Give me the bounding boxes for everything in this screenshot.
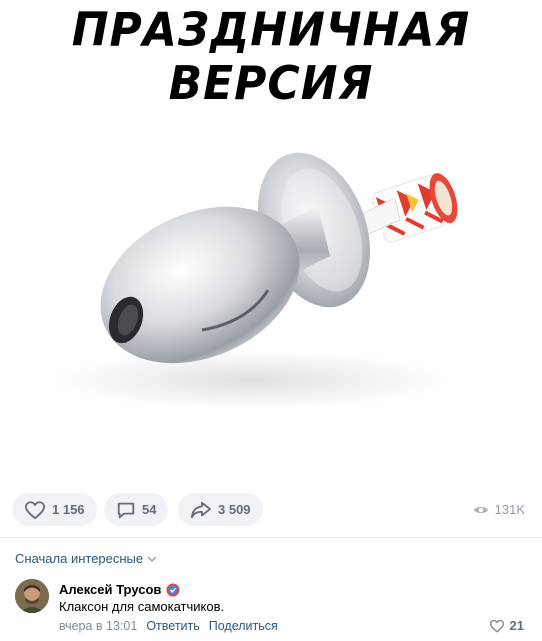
chevron-down-icon xyxy=(147,555,157,562)
share-icon xyxy=(191,501,211,518)
verified-badge-icon xyxy=(166,583,180,596)
comment-button[interactable]: 54 xyxy=(104,493,169,526)
comment-text: Клаксон для самокатчиков. xyxy=(59,599,225,614)
comment-icon xyxy=(117,502,135,518)
share-count: 3 509 xyxy=(218,502,251,517)
photo-illustration xyxy=(50,152,458,410)
post-actions: 1 156 54 3 509 131K xyxy=(0,490,542,530)
comment-count: 54 xyxy=(142,502,157,517)
comments-sort-dropdown[interactable]: Сначала интересные xyxy=(15,551,157,566)
comment-time[interactable]: вчера в 13:01 xyxy=(59,619,137,633)
post-image[interactable]: ПРАЗДНИЧНАЯ ВЕРСИЯ xyxy=(0,0,542,485)
comment-item: Алексей Трусов Клаксон для самокатчиков.… xyxy=(0,575,542,641)
sort-label: Сначала интересные xyxy=(15,551,144,566)
comment-like-count: 21 xyxy=(509,618,524,633)
divider xyxy=(0,537,542,538)
comment-like-button[interactable]: 21 xyxy=(489,618,524,633)
like-button[interactable]: 1 156 xyxy=(12,493,97,526)
comment-author[interactable]: Алексей Трусов xyxy=(59,582,180,597)
share-link[interactable]: Поделиться xyxy=(209,619,278,633)
heart-icon xyxy=(24,500,46,519)
like-count: 1 156 xyxy=(52,502,85,517)
comment-meta: вчера в 13:01 Ответить Поделиться xyxy=(59,619,278,633)
views-count: 131K xyxy=(494,502,525,517)
views-counter: 131K xyxy=(473,502,525,517)
reply-link[interactable]: Ответить xyxy=(146,619,199,633)
heart-icon xyxy=(489,619,504,633)
share-button[interactable]: 3 509 xyxy=(178,493,263,526)
avatar[interactable] xyxy=(15,579,49,613)
author-name: Алексей Трусов xyxy=(59,582,162,597)
eye-icon xyxy=(473,506,488,513)
